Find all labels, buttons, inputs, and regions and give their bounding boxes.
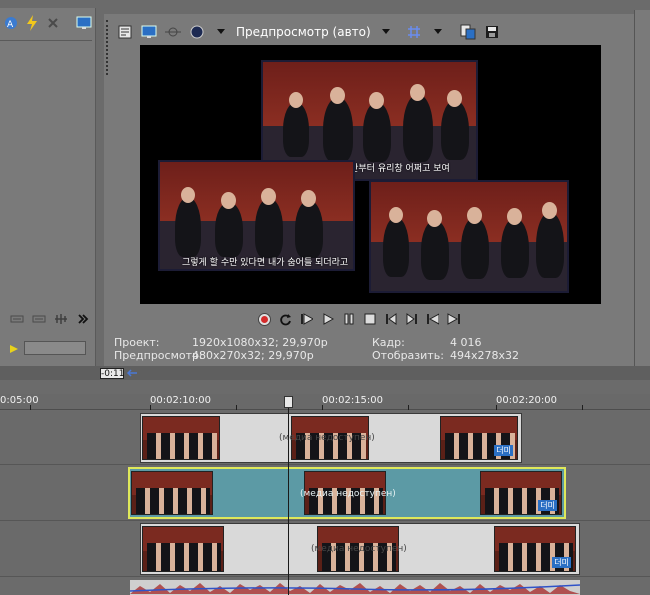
- preview-frame-right: [369, 180, 569, 293]
- preview-frame-left: 그렇게 할 수만 있다면 내가 숨어들 되더라고: [158, 160, 355, 271]
- video-preview-canvas: 근데 이게 순간부터 유리창 어쩌고 보여 그렇게 할 수만 있다면 내가 숨어…: [140, 45, 601, 304]
- cursor-time: -0:11: [100, 368, 125, 379]
- frame-value: 4 016: [450, 336, 482, 349]
- media-unavailable-label: (медиа недоступен): [311, 544, 407, 554]
- clip-thumbnail: [142, 416, 220, 460]
- left-bottom-tools: [8, 310, 92, 328]
- transport-controls: [258, 311, 488, 327]
- save-snapshot-icon[interactable]: [483, 23, 501, 41]
- split-screen-icon[interactable]: [164, 23, 182, 41]
- project-value: 1920x1080x32; 29,970p: [192, 336, 328, 349]
- clip-thumbnail: [142, 526, 224, 572]
- preview-quality-icon[interactable]: [188, 23, 206, 41]
- position-bar: [0, 366, 650, 380]
- preview-mode-select[interactable]: Предпросмотр (авто): [236, 25, 371, 39]
- next-frame-button[interactable]: [447, 313, 460, 326]
- clip-badge: 더미: [552, 557, 571, 568]
- right-panel-strip: [634, 10, 650, 366]
- preview-toolbar: Предпросмотр (авто): [116, 20, 636, 44]
- audio-waveform-clip[interactable]: [130, 580, 580, 595]
- mode-dropdown-icon[interactable]: [377, 23, 395, 41]
- playhead-handle[interactable]: [284, 396, 293, 408]
- ruler-label-1: 0:05:00: [0, 395, 39, 406]
- quality-dropdown-icon[interactable]: [212, 23, 230, 41]
- cursor-arrow-icon: [126, 368, 138, 381]
- clip-thumbnail: 더미: [494, 526, 576, 572]
- close-icon[interactable]: [44, 14, 62, 32]
- clip-thumbnail: 더미: [480, 471, 562, 515]
- previous-frame-button[interactable]: [426, 313, 439, 326]
- lightning-icon[interactable]: [23, 14, 41, 32]
- playhead-line[interactable]: [288, 396, 289, 595]
- display-label: Отобразить:: [372, 349, 444, 362]
- go-to-start-button[interactable]: [384, 313, 397, 326]
- clip-badge: 더미: [494, 445, 513, 456]
- media-fx-icon[interactable]: A: [2, 14, 20, 32]
- left-toolbar: A: [0, 10, 96, 36]
- ruler-label-3: 00:02:15:00: [322, 395, 384, 406]
- zoom-slider[interactable]: [24, 341, 86, 355]
- timeline-ruler[interactable]: 0:05:00 00:02:10:00 00:02:15:00 00:02:20…: [0, 394, 650, 410]
- media-unavailable-label: (медиа недоступен): [300, 489, 396, 499]
- record-button[interactable]: [258, 312, 271, 326]
- overlay-grid-icon[interactable]: [405, 23, 423, 41]
- clip-thumbnail: 더미: [440, 416, 518, 460]
- copy-snapshot-icon[interactable]: [459, 23, 477, 41]
- subtitle-left: 그렇게 할 수만 있다면 내가 숨어들 되더라고: [182, 258, 349, 268]
- loop-button[interactable]: [279, 313, 292, 326]
- external-monitor-icon[interactable]: [140, 23, 158, 41]
- media-unavailable-label: (медиа недоступен): [279, 433, 375, 443]
- display-value: 494x278x32: [450, 349, 520, 362]
- pause-button[interactable]: [342, 313, 355, 326]
- ruler-label-4: 00:02:20:00: [496, 395, 558, 406]
- preview-label: Предпросмотр:: [114, 349, 203, 362]
- overlay-dropdown-icon[interactable]: [429, 23, 447, 41]
- timeline-clip-1[interactable]: 더미 (медиа недоступен): [140, 413, 522, 463]
- go-to-end-button[interactable]: [405, 313, 418, 326]
- play-from-start-button[interactable]: [300, 313, 313, 326]
- expand-more-icon[interactable]: [74, 310, 92, 328]
- monitor-icon[interactable]: [75, 14, 93, 32]
- left-panel-divider: [0, 40, 92, 41]
- project-label: Проект:: [114, 336, 160, 349]
- ruler-label-2: 00:02:10:00: [150, 395, 212, 406]
- marker-flag-icon: [10, 343, 18, 356]
- timeline-clip-3[interactable]: 더미 (медиа недоступен): [140, 523, 580, 575]
- preview-grip[interactable]: [106, 20, 109, 75]
- clip-badge: 더미: [538, 500, 557, 511]
- preview-value: 480x270x32; 29,970p: [192, 349, 314, 362]
- timeline-clip-2-selected[interactable]: 더미 (медиа недоступен): [128, 467, 566, 519]
- stop-button[interactable]: [363, 313, 376, 326]
- trim-left-icon[interactable]: [8, 310, 26, 328]
- svg-text:A: A: [7, 20, 14, 30]
- preview-properties-icon[interactable]: [116, 23, 134, 41]
- clip-thumbnail: [131, 471, 213, 515]
- audio-meter-icon[interactable]: [52, 310, 70, 328]
- frame-label: Кадр:: [372, 336, 405, 349]
- play-button[interactable]: [321, 313, 334, 326]
- trim-right-icon[interactable]: [30, 310, 48, 328]
